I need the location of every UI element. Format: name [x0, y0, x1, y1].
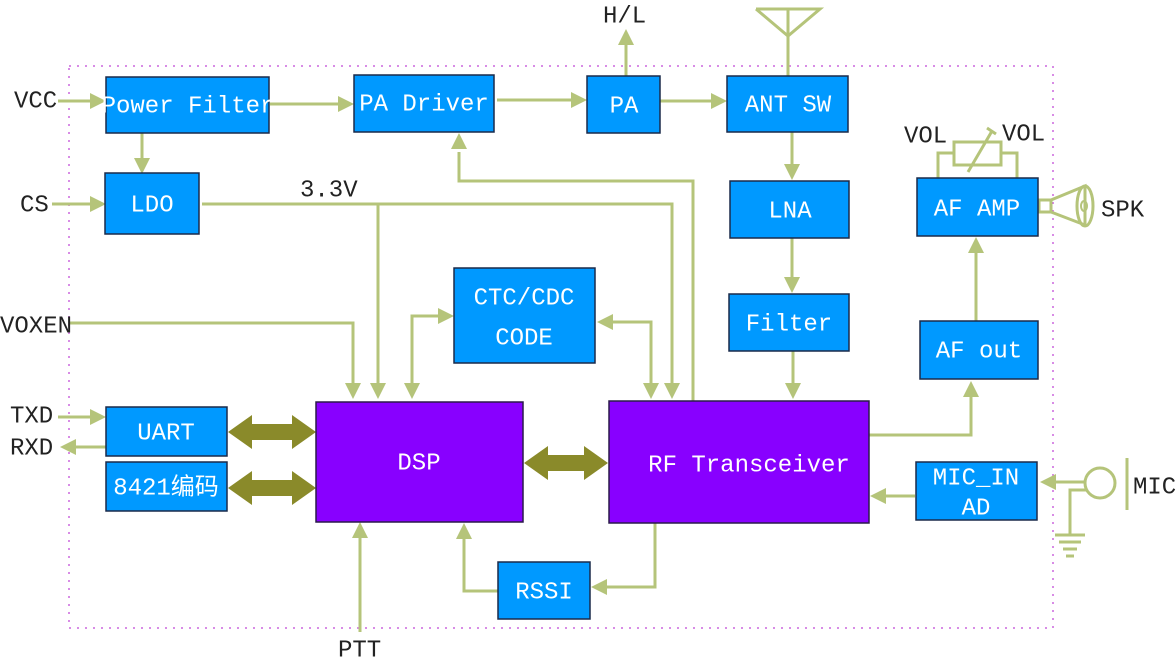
- block-ldo[interactable]: LDO: [104, 172, 200, 235]
- label-ptt: PTT: [338, 637, 381, 663]
- arrow-head: [1040, 474, 1056, 490]
- arrow-head: [370, 383, 386, 399]
- arrow-head: [784, 277, 800, 293]
- block-mic-in-ad[interactable]: MIC_IN AD: [915, 461, 1038, 522]
- block-pa[interactable]: PA: [586, 75, 661, 134]
- block-label: DSP: [397, 450, 440, 477]
- arrow-head: [870, 488, 886, 504]
- microphone-icon: [1083, 458, 1129, 510]
- arrow-head: [591, 579, 607, 595]
- block-label: AF out: [936, 338, 1022, 365]
- block-label-line2: CODE: [495, 325, 553, 352]
- arrow-head: [345, 383, 361, 399]
- block-power-filter[interactable]: Power Filter: [102, 76, 275, 134]
- block-label: Power Filter: [102, 93, 275, 120]
- arrow-head: [784, 164, 800, 180]
- bus-dsp-rf: [524, 446, 608, 480]
- wire-rssi-dsp: [462, 538, 498, 593]
- block-diagram: Power Filter LDO PA Driver PA ANT SW LNA…: [0, 3, 1176, 663]
- block-label: RF Transceiver: [648, 452, 850, 479]
- wire-voxen: [70, 321, 355, 385]
- block-af-out[interactable]: AF out: [919, 320, 1039, 380]
- arrow-head: [711, 93, 727, 109]
- block-label-line1: CTC/CDC: [474, 285, 575, 312]
- arrow-head: [352, 522, 368, 538]
- label-rxd: RXD: [10, 435, 53, 462]
- block-label: LNA: [768, 198, 812, 225]
- label-3v3: 3.3V: [300, 177, 358, 204]
- bus-encoder-dsp: [228, 471, 316, 505]
- block-label: ANT SW: [745, 92, 832, 119]
- ground-icon: [1055, 488, 1086, 558]
- speaker-icon: [1037, 183, 1095, 228]
- bus-uart-dsp: [228, 415, 316, 449]
- variable-resistor-icon: [952, 126, 1003, 173]
- label-hl: H/L: [603, 3, 646, 30]
- block-label: Filter: [746, 311, 832, 338]
- block-label: UART: [137, 420, 195, 447]
- arrow-head: [664, 383, 680, 399]
- block-uart[interactable]: UART: [105, 406, 228, 457]
- label-mic: MIC: [1133, 474, 1176, 501]
- wire-vol-left: [936, 151, 954, 178]
- arrow-head: [597, 314, 613, 330]
- arrow-head: [60, 439, 76, 455]
- arrow-head: [438, 308, 454, 324]
- block-ant-sw[interactable]: ANT SW: [726, 75, 849, 133]
- block-dsp[interactable]: DSP: [315, 401, 524, 523]
- wire-vol-right: [1001, 151, 1019, 178]
- arrow-head: [451, 133, 467, 149]
- arrow-head: [456, 523, 472, 539]
- block-label: PA: [610, 93, 639, 120]
- block-af-amp[interactable]: AF AMP: [916, 177, 1039, 237]
- block-ctc-cdc-code[interactable]: CTC/CDC CODE: [453, 267, 596, 364]
- block-filter[interactable]: Filter: [728, 293, 850, 352]
- block-label: AF AMP: [934, 196, 1020, 223]
- block-pa-driver[interactable]: PA Driver: [353, 74, 495, 133]
- arrow-head: [90, 409, 106, 425]
- wire-rf-afout: [869, 396, 973, 437]
- label-spk: SPK: [1101, 197, 1145, 224]
- arrow-head: [571, 92, 587, 108]
- label-txd: TXD: [10, 403, 53, 430]
- wire-rf-rssi: [606, 523, 657, 589]
- arrow-head: [785, 383, 801, 399]
- arrow-head: [968, 237, 984, 253]
- block-label-line1: MIC_IN: [933, 465, 1019, 492]
- arrow-head: [643, 383, 659, 399]
- block-label: PA Driver: [359, 91, 489, 118]
- block-rf-transceiver[interactable]: RF Transceiver: [608, 400, 870, 524]
- wire-ctc-rf: [612, 320, 653, 385]
- arrow-head: [338, 96, 354, 112]
- block-lna[interactable]: LNA: [729, 180, 850, 239]
- label-vol-left: VOL: [904, 123, 947, 150]
- label-cs: CS: [20, 192, 49, 219]
- wire-3v3-rf: [202, 202, 674, 385]
- label-voxen: VOXEN: [0, 313, 72, 340]
- arrow-head: [90, 196, 106, 212]
- arrow-head: [404, 383, 420, 399]
- block-label: LDO: [130, 192, 173, 219]
- label-vol-right: VOL: [1002, 121, 1045, 148]
- block-8421-encoder[interactable]: 8421编码: [105, 461, 228, 512]
- arrow-head: [134, 158, 150, 174]
- arrow-head: [618, 29, 634, 45]
- block-label-line2: AD: [962, 495, 991, 522]
- arrow-head: [963, 381, 979, 397]
- wire-dsp-ctc: [410, 314, 440, 385]
- block-label: 8421编码: [113, 473, 219, 502]
- block-rssi[interactable]: RSSI: [497, 561, 591, 620]
- label-vcc: VCC: [14, 88, 57, 115]
- block-label: RSSI: [515, 579, 573, 606]
